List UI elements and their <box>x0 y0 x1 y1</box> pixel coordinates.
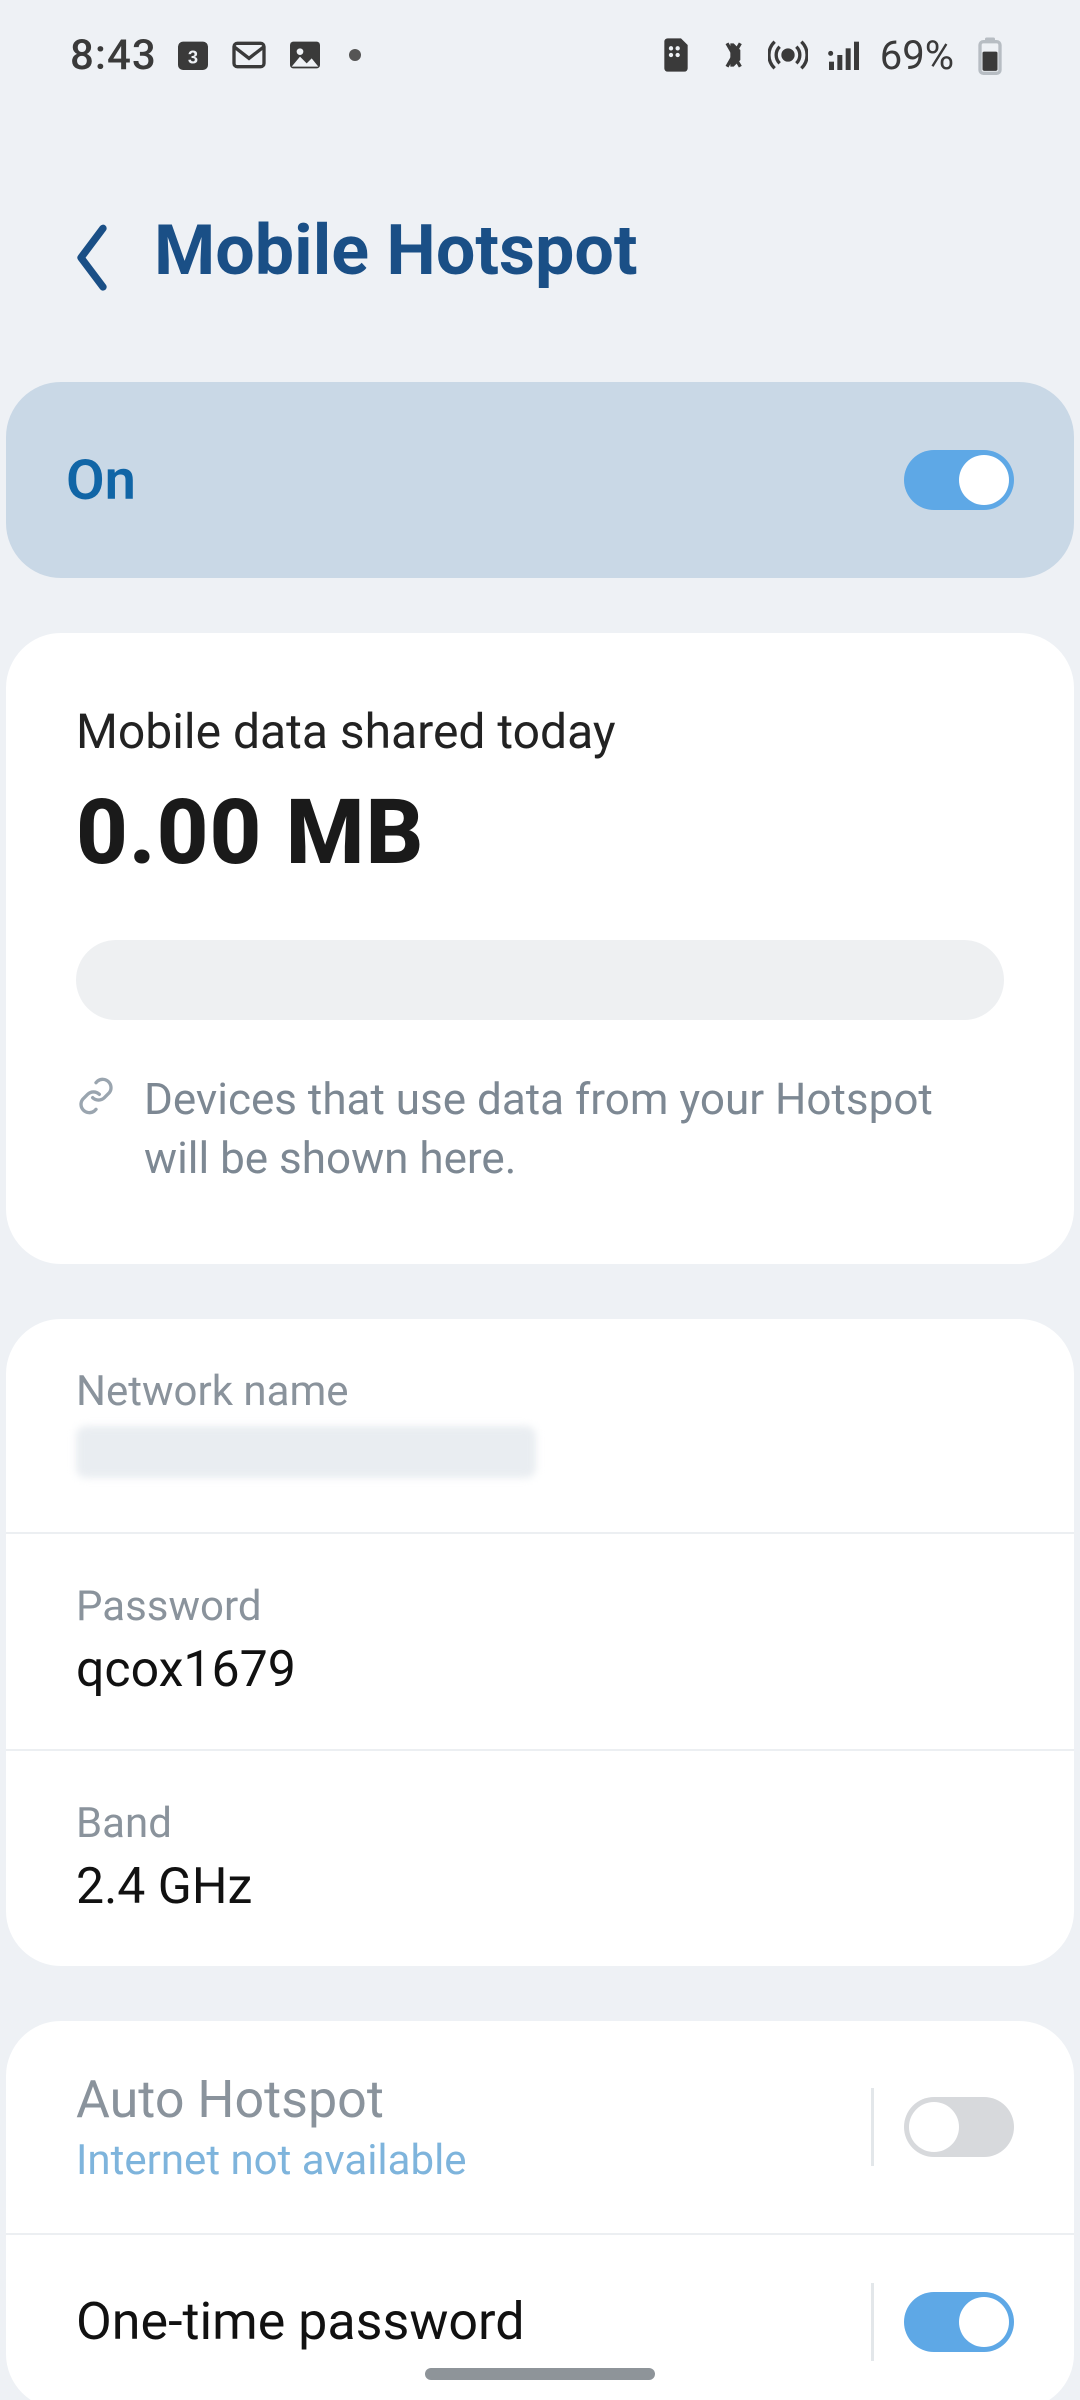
header: Mobile Hotspot <box>0 110 1080 382</box>
vibrate-mute-icon <box>712 35 752 75</box>
data-usage-card: Mobile data shared today 0.00 MB Devices… <box>6 633 1074 1264</box>
network-name-value <box>76 1426 536 1478</box>
network-name-row[interactable]: Network name <box>6 1319 1074 1534</box>
status-bar: 8:43 3 69% <box>0 0 1080 110</box>
status-time: 8:43 <box>70 31 157 80</box>
password-label: Password <box>76 1582 1004 1631</box>
link-icon <box>76 1076 116 1116</box>
gmail-icon <box>229 35 269 75</box>
battery-percent: 69% <box>880 32 954 79</box>
hotspot-icon <box>768 35 808 75</box>
band-value: 2.4 GHz <box>76 1858 1004 1916</box>
auto-hotspot-switch[interactable] <box>904 2097 1014 2157</box>
usage-value: 0.00 MB <box>76 780 1004 885</box>
usage-label: Mobile data shared today <box>76 703 1004 760</box>
home-indicator[interactable] <box>425 2368 655 2380</box>
divider <box>871 2283 874 2361</box>
password-row[interactable]: Password qcox1679 <box>6 1534 1074 1751</box>
band-label: Band <box>76 1799 1004 1848</box>
page-title: Mobile Hotspot <box>154 210 638 292</box>
auto-hotspot-title: Auto Hotspot <box>76 2069 467 2130</box>
network-settings-card: Network name Password qcox1679 Band 2.4 … <box>6 1319 1074 1966</box>
hotspot-master-toggle-row[interactable]: On <box>6 382 1074 578</box>
one-time-password-title: One-time password <box>76 2291 525 2352</box>
divider <box>871 2088 874 2166</box>
usage-progress-bar <box>76 940 1004 1020</box>
hotspot-toggle-label: On <box>66 447 136 513</box>
more-notifications-dot-icon <box>349 49 361 61</box>
battery-icon <box>970 35 1010 75</box>
network-name-label: Network name <box>76 1367 1004 1416</box>
svg-text:3: 3 <box>188 46 198 67</box>
sim-icon <box>656 35 696 75</box>
usage-note-row: Devices that use data from your Hotspot … <box>76 1070 1004 1189</box>
status-right: 69% <box>656 32 1010 79</box>
image-icon <box>285 35 325 75</box>
band-row[interactable]: Band 2.4 GHz <box>6 1751 1074 1966</box>
hotspot-toggle-switch[interactable] <box>904 450 1014 510</box>
auto-hotspot-subtitle: Internet not available <box>76 2136 467 2185</box>
one-time-password-switch[interactable] <box>904 2292 1014 2352</box>
password-value: qcox1679 <box>76 1641 1004 1699</box>
hotspot-options-card: Auto Hotspot Internet not available One-… <box>6 2021 1074 2400</box>
status-left: 8:43 3 <box>70 31 361 80</box>
calendar-icon: 3 <box>173 35 213 75</box>
back-icon[interactable] <box>70 221 114 281</box>
signal-icon <box>824 35 864 75</box>
usage-note: Devices that use data from your Hotspot … <box>144 1070 1004 1189</box>
auto-hotspot-row[interactable]: Auto Hotspot Internet not available <box>6 2021 1074 2235</box>
